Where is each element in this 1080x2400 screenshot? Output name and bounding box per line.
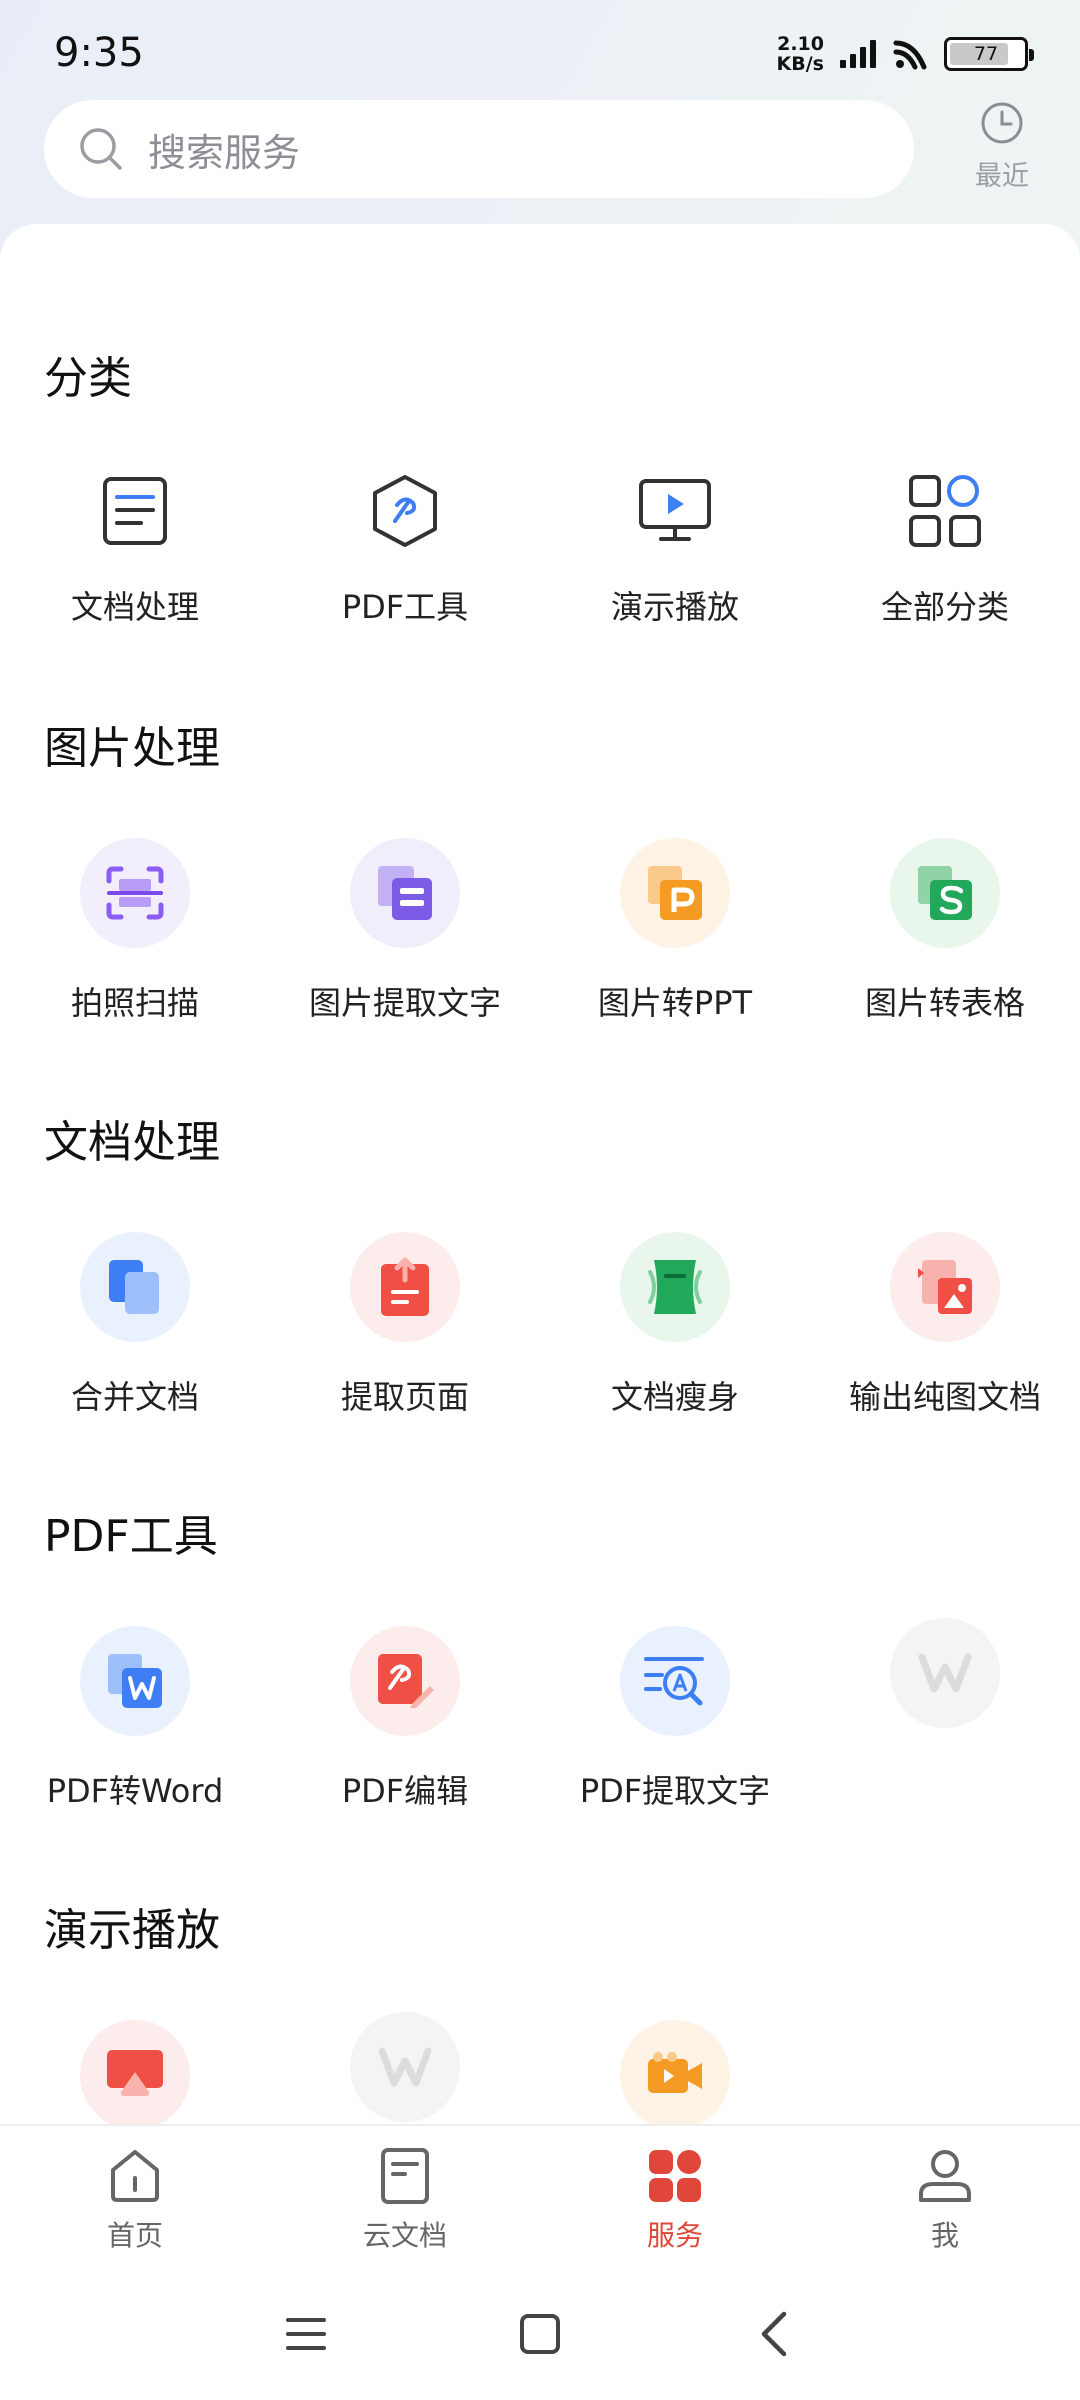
pdf-row: PDF转Word PDF编辑 PDF提取文字 [0, 1618, 1080, 1846]
tool-pdf-extract-text[interactable]: PDF提取文字 [540, 1626, 810, 1812]
battery-level: 77 [973, 43, 999, 65]
bottom-nav: 首页 云文档 服务 我 [0, 2124, 1080, 2266]
tool-pdf-to-word-label: PDF转Word [46, 1772, 224, 1810]
nav-profile[interactable]: 我 [810, 2146, 1080, 2254]
clock-icon [981, 102, 1023, 144]
slim-doc-icon [620, 1232, 730, 1342]
image-to-text-icon [350, 838, 460, 948]
net-speed-value: 2.10 [777, 33, 824, 55]
tool-merge-doc-label: 合并文档 [70, 1378, 199, 1416]
home-icon [111, 2150, 159, 2202]
tool-image-to-text[interactable]: 图片提取文字 [270, 838, 540, 1024]
tool-pdf-edit-label: PDF编辑 [341, 1772, 469, 1810]
pdf-edit-icon [350, 1626, 460, 1736]
section-title-presentation: 演示播放 [44, 1905, 220, 1956]
profile-icon [919, 2150, 971, 2202]
image-to-ppt-icon [620, 838, 730, 948]
document-icon [90, 466, 180, 556]
pdf-to-word-icon [80, 1626, 190, 1736]
category-document-label: 文档处理 [70, 588, 199, 626]
nav-cloud-doc-label: 云文档 [362, 2219, 447, 2252]
signal-icon [840, 40, 876, 68]
screen-cast-icon [80, 2020, 190, 2130]
tool-photo-scan[interactable]: 拍照扫描 [0, 838, 270, 1024]
category-pdf[interactable]: PDF工具 [270, 460, 540, 628]
tool-image-to-sheet[interactable]: 图片转表格 [810, 838, 1080, 1024]
tool-image-to-ppt[interactable]: 图片转PPT [540, 838, 810, 1024]
search-input[interactable]: 搜索服务 [44, 100, 914, 198]
wps-placeholder-icon [350, 2012, 460, 2122]
category-presentation-label: 演示播放 [610, 588, 739, 626]
tool-export-image-doc[interactable]: 输出纯图文档 [810, 1232, 1080, 1418]
tool-export-image-doc-label: 输出纯图文档 [848, 1378, 1041, 1416]
tool-pdf-to-word[interactable]: PDF转Word [0, 1626, 270, 1812]
tool-extract-page-label: 提取页面 [340, 1378, 469, 1416]
tool-slim-doc-label: 文档瘦身 [610, 1378, 739, 1416]
tool-photo-scan-label: 拍照扫描 [70, 984, 199, 1022]
search-placeholder: 搜索服务 [148, 130, 301, 175]
nav-home[interactable]: 首页 [0, 2146, 270, 2254]
document-row: 合并文档 提取页面 文档瘦身 输出纯图文档 [0, 1232, 1080, 1452]
section-title-category: 分类 [44, 353, 132, 404]
nav-cloud-doc[interactable]: 云文档 [270, 2146, 540, 2254]
cloud-doc-icon [381, 2148, 429, 2204]
tool-slim-doc[interactable]: 文档瘦身 [540, 1232, 810, 1418]
category-presentation[interactable]: 演示播放 [540, 460, 810, 628]
extract-page-icon [350, 1232, 460, 1342]
pdf-tool-icon [360, 466, 450, 556]
tool-pdf-extract-text-label: PDF提取文字 [579, 1772, 771, 1810]
home-square-icon[interactable] [510, 2304, 570, 2364]
presentation-icon [630, 466, 720, 556]
net-speed: 2.10 KB/s [777, 34, 824, 74]
nav-services[interactable]: 服务 [540, 2146, 810, 2254]
image-to-sheet-icon [890, 838, 1000, 948]
tool-merge-doc[interactable]: 合并文档 [0, 1232, 270, 1418]
tool-image-to-ppt-label: 图片转PPT [597, 984, 753, 1022]
tool-extract-page[interactable]: 提取页面 [270, 1232, 540, 1418]
category-all-label: 全部分类 [880, 588, 1009, 626]
category-all[interactable]: 全部分类 [810, 460, 1080, 628]
section-title-pdf: PDF工具 [44, 1511, 218, 1562]
recent-button[interactable]: 最近 [960, 100, 1044, 193]
category-document[interactable]: 文档处理 [0, 460, 270, 628]
video-record-icon [620, 2020, 730, 2130]
export-image-doc-icon [890, 1232, 1000, 1342]
image-row: 拍照扫描 图片提取文字 图片转PPT 图片转表格 [0, 838, 1080, 1058]
tool-pdf-edit[interactable]: PDF编辑 [270, 1626, 540, 1812]
status-time: 9:35 [54, 30, 144, 76]
category-pdf-label: PDF工具 [341, 588, 469, 626]
status-icons: 2.10 KB/s 77 [777, 32, 1034, 76]
wps-placeholder-icon [890, 1618, 1000, 1728]
all-categories-icon [900, 466, 990, 556]
back-icon[interactable] [744, 2304, 804, 2364]
battery-icon: 77 [944, 37, 1034, 71]
category-row: 文档处理 PDF工具 演示播放 全部分类 [0, 460, 1080, 680]
wifi-icon [893, 40, 927, 70]
nav-home-label: 首页 [106, 2219, 163, 2252]
services-panel: 分类 文档处理 PDF工具 演示播放 全部分类 图片处理 拍照扫描 图片提取文字… [0, 224, 1080, 2130]
system-nav [0, 2264, 1080, 2400]
tool-placeholder [810, 1618, 1080, 1758]
search-icon [80, 128, 122, 170]
section-title-image: 图片处理 [44, 723, 220, 774]
nav-profile-label: 我 [930, 2219, 959, 2252]
recent-label: 最近 [975, 161, 1029, 192]
nav-services-label: 服务 [646, 2219, 703, 2252]
services-icon [649, 2150, 701, 2202]
scan-icon [80, 838, 190, 948]
tool-image-to-text-label: 图片提取文字 [308, 984, 501, 1022]
merge-doc-icon [80, 1232, 190, 1342]
menu-icon[interactable] [276, 2304, 336, 2364]
pdf-extract-text-icon [620, 1626, 730, 1736]
status-bar: 9:35 2.10 KB/s 77 [0, 0, 1080, 108]
section-title-document: 文档处理 [44, 1117, 220, 1168]
tool-image-to-sheet-label: 图片转表格 [864, 984, 1025, 1022]
net-speed-unit: KB/s [776, 53, 824, 75]
